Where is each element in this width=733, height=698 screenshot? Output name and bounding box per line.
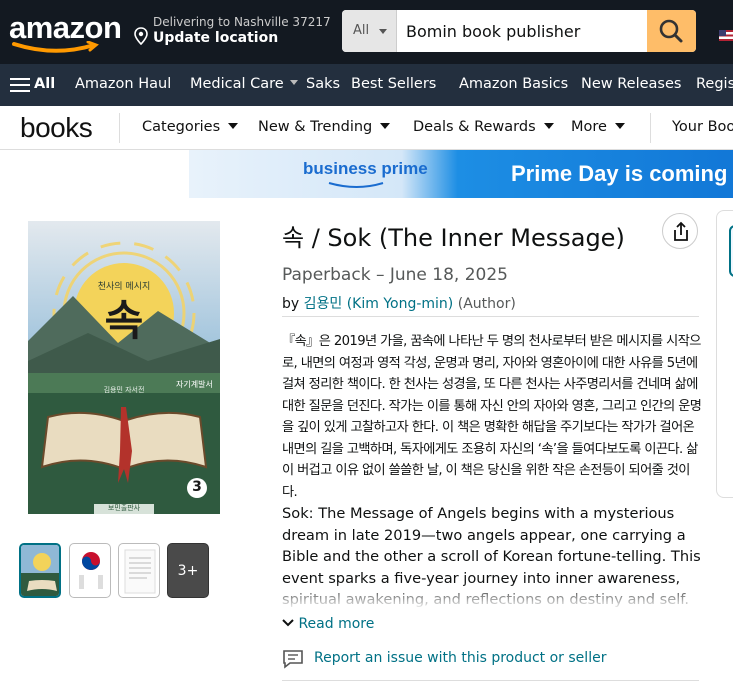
thumbnail-image-2[interactable] [69, 543, 111, 598]
cover-publisher: 보민출판사 [107, 504, 141, 512]
subnav-deals-rewards[interactable]: Deals & Rewards [413, 119, 554, 135]
format-option-tab[interactable] [729, 225, 733, 277]
chevron-down-icon [228, 123, 239, 129]
top-nav-bar: amazon Delivering to Nashville 37217 Upd… [0, 0, 733, 64]
search-category-dropdown[interactable]: All [342, 10, 397, 52]
subnav-your-books[interactable]: Your Boo [672, 119, 733, 135]
byline: by 김용민 (Kim Yong-min) (Author) [282, 293, 516, 313]
search-icon [659, 19, 683, 43]
author-role: (Author) [457, 296, 516, 312]
search-bar: All [342, 10, 696, 52]
books-sub-nav: books Categories New & Trending Deals & … [0, 106, 733, 150]
read-more-label: Read more [298, 616, 375, 632]
amazon-smile-icon [12, 41, 99, 53]
main-nav-bar: All Amazon Haul Medical Care Saks Best S… [0, 64, 733, 106]
update-location-link[interactable]: Update location [153, 30, 278, 46]
nav-item-saks[interactable]: Saks [306, 76, 340, 92]
read-more-link[interactable]: Read more [282, 616, 374, 632]
search-category-label: All [353, 23, 370, 38]
nav-item-amazon-basics[interactable]: Amazon Basics [459, 76, 568, 92]
author-link[interactable]: 김용민 (Kim Yong-min) [304, 296, 454, 312]
report-flag-icon [283, 650, 303, 669]
subnav-label: More [571, 119, 607, 135]
thumbnail-taegeuk-image [79, 552, 103, 589]
share-icon [674, 221, 688, 241]
subnav-new-trending[interactable]: New & Trending [258, 119, 391, 135]
nav-item-new-releases[interactable]: New Releases [581, 76, 681, 92]
thumbnail-cover-image [21, 545, 59, 596]
description-korean: 『속』은 2019년 가을, 꿈속에 나타난 두 명의 천사로부터 받은 메시지… [282, 334, 702, 500]
buy-box-panel [716, 210, 733, 498]
banner-headline: Prime Day is coming | Ju [511, 161, 733, 186]
nav-item-medical-care[interactable]: Medical Care [190, 76, 298, 92]
format-and-date: Paperback – June 18, 2025 [282, 265, 508, 285]
book-cover-image[interactable]: 천사의 메시지 속 자기계발서 김용민 자서전 3 보민출판사 [28, 221, 220, 514]
nav-item-registry[interactable]: Regis [696, 76, 733, 92]
report-issue-label: Report an issue with this product or sel… [314, 650, 607, 666]
search-input[interactable] [398, 10, 648, 52]
subnav-label: Deals & Rewards [413, 119, 536, 135]
chevron-down-icon [379, 29, 387, 34]
thumbnail-more-button[interactable]: 3+ [167, 543, 209, 598]
location-pin-icon [134, 27, 148, 45]
by-prefix: by [282, 296, 300, 312]
books-logo[interactable]: books [20, 112, 93, 144]
business-prime-logo: business prime [303, 159, 428, 178]
divider [119, 113, 120, 143]
promo-banner[interactable]: business prime Prime Day is coming | Ju [189, 150, 733, 198]
book-description: 『속』은 2019년 가을, 꿈속에 나타난 두 명의 천사로부터 받은 메시지… [282, 331, 702, 609]
nav-item-amazon-haul[interactable]: Amazon Haul [75, 76, 171, 92]
us-flag-icon[interactable] [719, 30, 733, 41]
subnav-label: Categories [142, 119, 221, 135]
nav-item-label: Medical Care [190, 76, 284, 92]
divider [282, 680, 699, 681]
chevron-down-icon [289, 80, 298, 85]
product-title: 속 / Sok (The Inner Message) [282, 224, 625, 252]
chevron-down-icon [543, 123, 554, 129]
thumbnail-text-page-image [124, 549, 156, 594]
nav-item-best-sellers[interactable]: Best Sellers [351, 76, 436, 92]
thumbnail-cover[interactable] [19, 543, 61, 598]
amazon-smile-icon [328, 182, 384, 188]
deliver-line1: Delivering to Nashville 37217 [153, 15, 331, 29]
divider [650, 113, 651, 143]
cover-author-line: 김용민 자서전 [103, 386, 145, 394]
divider [282, 316, 699, 317]
subnav-label: New & Trending [258, 119, 373, 135]
cover-volume-number: 3 [192, 479, 202, 495]
search-button[interactable] [647, 10, 696, 52]
thumbnail-image-3[interactable] [118, 543, 160, 598]
chevron-down-icon [282, 619, 294, 627]
chevron-down-icon [614, 123, 625, 129]
subnav-categories[interactable]: Categories [142, 119, 239, 135]
share-button[interactable] [662, 213, 698, 249]
nav-all[interactable]: All [34, 76, 55, 92]
cover-artwork [28, 241, 220, 514]
hamburger-menu-icon[interactable] [10, 78, 30, 93]
chevron-down-icon [380, 123, 391, 129]
subnav-more[interactable]: More [571, 119, 625, 135]
cover-big-title: 속 [104, 296, 144, 345]
description-fade [282, 582, 702, 610]
